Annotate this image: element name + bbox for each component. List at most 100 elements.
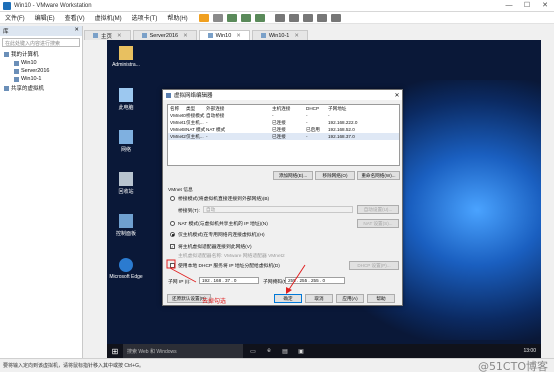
tree-item-win10[interactable]: Win10: [0, 59, 82, 67]
dialog-titlebar: 虚拟网络编辑器 ✕: [163, 90, 402, 100]
desktop-icon-edge[interactable]: Microsoft Edge: [109, 258, 143, 280]
nat-radio[interactable]: [170, 221, 175, 226]
taskbar: ⊞ 搜索 Web 和 Windows ▭ e ▤ ▣ 13:00: [107, 344, 541, 358]
connect-adapter-checkbox[interactable]: ✓: [170, 244, 175, 249]
library-close-icon[interactable]: ✕: [74, 27, 79, 35]
tab-win10[interactable]: Win10 ✕: [198, 30, 250, 40]
tab-close-icon[interactable]: ✕: [236, 33, 241, 39]
ok-button[interactable]: 确定: [274, 294, 302, 303]
nat-option-label: NAT 模式(与虚拟机共享主机的 IP 地址)(N): [178, 222, 268, 227]
bridged-option-label: 桥接模式(将虚拟机直接连接到外部网络)(B): [178, 197, 270, 202]
menu-vm[interactable]: 虚拟机(M): [90, 13, 127, 22]
explorer-icon[interactable]: ▤: [279, 344, 291, 358]
pause-icon[interactable]: [198, 13, 209, 22]
network-table: 名称 类型 外部连接 主机连接 DHCP 子网地址 VMnet0 桥接模式 自动…: [167, 104, 400, 166]
menu-file[interactable]: 文件(F): [0, 13, 30, 22]
apply-button[interactable]: 应用(A): [336, 294, 364, 303]
tree-item-shared-vms[interactable]: 共享的虚拟机: [0, 83, 82, 93]
tree-item-my-computer[interactable]: 我的计算机: [0, 49, 82, 59]
status-text: 要将输入定向到该虚拟机，请将鼠标指针移入其中或按 Ctrl+G。: [3, 363, 144, 369]
menu-view[interactable]: 查看(V): [60, 13, 90, 22]
home-icon: [93, 33, 98, 38]
desktop-icon-control-panel[interactable]: 控制面板: [109, 214, 143, 237]
table-header: 名称 类型 外部连接 主机连接 DHCP 子网地址: [170, 105, 347, 112]
desktop-icon-recycle-bin[interactable]: 回收站: [109, 172, 143, 195]
window-title: Win10 - VMware Workstation: [14, 2, 92, 9]
vm-icon: [260, 33, 266, 38]
desktop-icon-this-pc[interactable]: 此电脑: [109, 88, 143, 111]
dhcp-settings-button[interactable]: DHCP 设置(P)...: [349, 261, 399, 270]
tab-win10-1[interactable]: Win10-1 ✕: [251, 30, 308, 40]
library-title: 库: [3, 29, 9, 35]
thumbnail-view-icon[interactable]: [288, 13, 299, 22]
library-search-input[interactable]: 在此处键入内容进行搜索: [2, 38, 80, 47]
host-only-radio[interactable]: [170, 232, 175, 237]
desktop-icon-network[interactable]: 网络: [109, 130, 143, 153]
table-row-selected[interactable]: VMnet2 仅主机... - 已连接 - 192.168.37.0: [168, 133, 399, 140]
vm-tabs: 主页 ✕ Server2016 ✕ Win10 ✕ Win10-1 ✕: [84, 29, 554, 40]
tree-item-server2016[interactable]: Server2016: [0, 67, 82, 75]
tab-close-icon[interactable]: ✕: [117, 33, 122, 39]
recycle-bin-icon: [119, 172, 133, 186]
add-network-button[interactable]: 添加网络(E)...: [273, 171, 313, 180]
tree-item-win10-1[interactable]: Win10-1: [0, 75, 82, 83]
vmware-icon: [3, 1, 11, 10]
vm-icon: [14, 68, 19, 74]
menu-tabs[interactable]: 选项卡(T): [127, 13, 163, 22]
dialog-close-button[interactable]: ✕: [392, 92, 402, 99]
maximize-button[interactable]: ☐: [518, 0, 536, 12]
tab-server2016[interactable]: Server2016 ✕: [132, 30, 197, 40]
vmnet-info-heading: VMnet 信息: [168, 188, 193, 193]
nat-settings-button[interactable]: NAT 设置(S)...: [357, 219, 399, 228]
library-panel: 库 ✕ 在此处键入内容进行搜索 我的计算机 Win10 Server2016 W…: [0, 26, 83, 358]
network-icon: [119, 130, 133, 144]
edge-taskbar-icon[interactable]: e: [263, 344, 275, 358]
cancel-button[interactable]: 取消: [305, 294, 333, 303]
close-button[interactable]: ✕: [536, 0, 554, 12]
help-button[interactable]: 帮助: [367, 294, 395, 303]
tab-close-icon[interactable]: ✕: [294, 33, 299, 39]
table-row[interactable]: VMnet0 桥接模式 自动桥接 - - -: [168, 112, 399, 119]
bridged-to-select[interactable]: 自动: [203, 206, 353, 213]
revert-snapshot-icon[interactable]: [240, 13, 251, 22]
start-button[interactable]: ⊞: [107, 344, 123, 358]
snapshot-icon[interactable]: [226, 13, 237, 22]
menu-help[interactable]: 帮助(H): [162, 13, 192, 22]
vm-icon: [141, 33, 147, 38]
taskbar-search[interactable]: 搜索 Web 和 Windows: [123, 344, 243, 358]
host-only-option-label: 仅主机模式(在专用网络内连接虚拟机)(H): [178, 233, 265, 238]
console-view-icon[interactable]: [330, 13, 341, 22]
window-titlebar: Win10 - VMware Workstation — ☐ ✕: [0, 0, 554, 12]
snapshot-manager-icon[interactable]: [254, 13, 265, 22]
fullscreen-icon[interactable]: [302, 13, 313, 22]
rename-network-button[interactable]: 重命名网络(W)...: [357, 171, 400, 180]
bridged-radio[interactable]: [170, 196, 175, 201]
send-keys-icon[interactable]: [212, 13, 223, 22]
edge-icon: [119, 258, 133, 272]
computer-icon: [4, 51, 9, 57]
table-row[interactable]: VMnet8 NAT 模式 NAT 模式 已连接 已启用 192.168.52.…: [168, 126, 399, 133]
remove-network-button[interactable]: 移除网络(O): [315, 171, 355, 180]
menu-edit[interactable]: 编辑(E): [30, 13, 60, 22]
auto-settings-button[interactable]: 自动设置(U)...: [357, 205, 399, 214]
dhcp-service-checkbox[interactable]: [170, 263, 175, 268]
subnet-ip-field[interactable]: 192 . 168 . 37 . 0: [199, 277, 259, 284]
task-view-icon[interactable]: ▭: [247, 344, 259, 358]
tab-close-icon[interactable]: ✕: [183, 33, 188, 39]
desktop-icon-admin[interactable]: Administra...: [109, 46, 143, 68]
subnet-ip-label: 子网 IP (I):: [168, 280, 191, 285]
tab-home[interactable]: 主页 ✕: [84, 30, 131, 40]
subnet-mask-field[interactable]: 255 . 255 . 255 . 0: [285, 277, 345, 284]
library-header: 库 ✕: [0, 26, 82, 36]
store-icon[interactable]: ▣: [295, 344, 307, 358]
watermark: @51CTO博客: [477, 359, 548, 372]
table-row[interactable]: VMnet1 仅主机... - 已连接 - 192.168.222.0: [168, 119, 399, 126]
adapter-name-label: 主机虚拟适配器名称: VMware 网络适配器 VMnet2: [178, 254, 285, 259]
minimize-button[interactable]: —: [500, 0, 518, 12]
unity-icon[interactable]: [316, 13, 327, 22]
vm-icon: [14, 76, 19, 82]
vm-icon: [207, 33, 213, 38]
status-bar: 要将输入定向到该虚拟机，请将鼠标指针移入其中或按 Ctrl+G。 @51CTO博…: [0, 358, 554, 372]
library-view-icon[interactable]: [274, 13, 285, 22]
control-panel-icon: [119, 214, 133, 228]
